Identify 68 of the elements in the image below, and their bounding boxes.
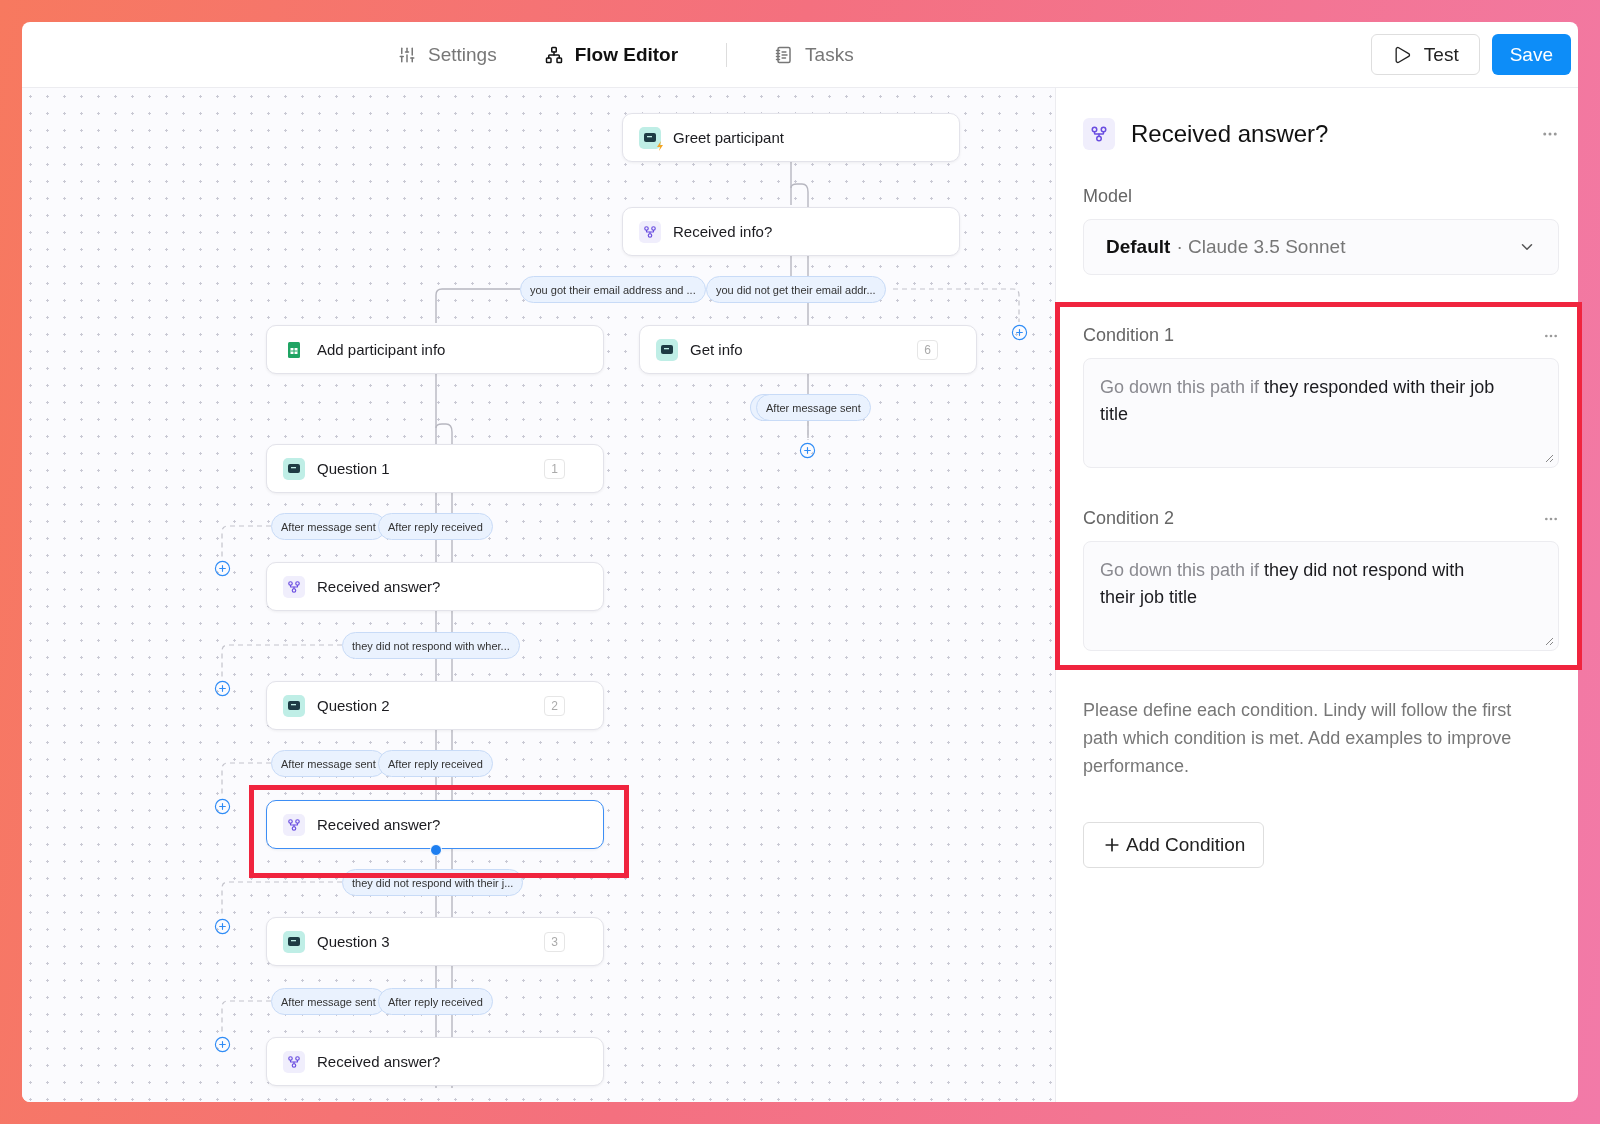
notebook-icon (775, 45, 794, 64)
flow-node[interactable]: Get info 6 (639, 325, 977, 374)
step-number: 1 (544, 458, 565, 479)
add-step-icon[interactable] (214, 680, 231, 697)
flow-node[interactable]: Add participant info (266, 325, 604, 374)
connector-line (221, 525, 272, 559)
nav-tab[interactable]: Settings (388, 35, 507, 74)
node-label: Received answer? (317, 1053, 441, 1070)
flow-node[interactable]: Received answer? (266, 1037, 604, 1086)
edge-label[interactable]: they did not respond with wher... (342, 632, 520, 659)
flow-node[interactable]: Received answer? (266, 562, 604, 611)
add-step-icon[interactable] (799, 442, 816, 459)
add-step-icon[interactable] (1011, 324, 1028, 341)
resize-grip-icon (1545, 637, 1554, 646)
add-step-icon[interactable] (214, 560, 231, 577)
flow-node[interactable]: Greet participant (622, 113, 960, 162)
node-label: Greet participant (673, 129, 784, 146)
chat-icon (283, 930, 305, 953)
add-step-icon[interactable] (214, 798, 231, 815)
branch-icon (283, 1050, 305, 1073)
flow-node[interactable]: Received answer? (266, 800, 604, 849)
panel-title: Received answer? (1131, 120, 1329, 148)
help-text: Please define each condition. Lindy will follow the first path which condition is met. Add examples to improve performance. (1083, 699, 1513, 778)
node-label: Question 2 (317, 697, 390, 714)
nav-tab[interactable]: Flow Editor (534, 35, 689, 74)
node-label: Received answer? (317, 578, 441, 595)
branch-icon (283, 575, 305, 598)
add-condition-button[interactable]: Add Condition (1083, 822, 1265, 868)
step-number: 6 (917, 339, 938, 360)
node-label: Received answer? (317, 816, 441, 833)
edge-label[interactable]: After reply received (378, 513, 493, 540)
node-label: Question 1 (317, 460, 390, 477)
add-step-icon[interactable] (214, 1036, 231, 1053)
step-number: 3 (544, 931, 565, 952)
chat-icon (283, 457, 305, 480)
chat-icon (656, 338, 678, 361)
branch-icon (639, 220, 661, 243)
connector-line (221, 762, 272, 797)
edge-label[interactable]: you got their email address and ... (520, 276, 706, 303)
sliders-icon (398, 45, 416, 64)
flow-node[interactable]: Question 3 3 (266, 917, 604, 966)
nav-tab[interactable]: Tasks (765, 35, 864, 74)
model-select[interactable]: Default · Claude 3.5 Sonnet (1083, 219, 1559, 275)
condition-label: Condition 2 (1083, 508, 1175, 529)
condition-field[interactable]: Go down this path if they did not respond with their job title (1083, 541, 1559, 651)
resize-grip-icon (1545, 454, 1554, 463)
chat-bolt-icon (639, 126, 661, 149)
condition-field[interactable]: Go down this path if they responded with their job title (1083, 358, 1559, 468)
flow-node[interactable]: Received info? (622, 207, 960, 256)
edge-label[interactable]: After reply received (378, 750, 493, 777)
flow-node[interactable]: Question 2 2 (266, 681, 604, 730)
edge-label[interactable]: After reply received (378, 988, 493, 1015)
field-label: Model (1083, 186, 1134, 207)
test-button[interactable]: Test (1370, 34, 1480, 75)
node-label: Received info? (673, 223, 773, 240)
branch-icon (283, 813, 305, 836)
step-number: 2 (544, 695, 565, 716)
condition-label: Condition 1 (1083, 325, 1175, 346)
chat-icon (283, 694, 305, 717)
branch-icon (1083, 118, 1115, 150)
connector-line (221, 1000, 272, 1035)
add-step-icon[interactable] (214, 918, 231, 935)
node-label: Question 3 (317, 933, 390, 950)
node-label: Add participant info (317, 341, 446, 358)
flow-node[interactable]: Question 1 1 (266, 444, 604, 493)
edge-label[interactable]: you did not get their email addr... (706, 276, 886, 303)
node-label: Get info (690, 341, 743, 358)
network-icon (544, 45, 563, 64)
